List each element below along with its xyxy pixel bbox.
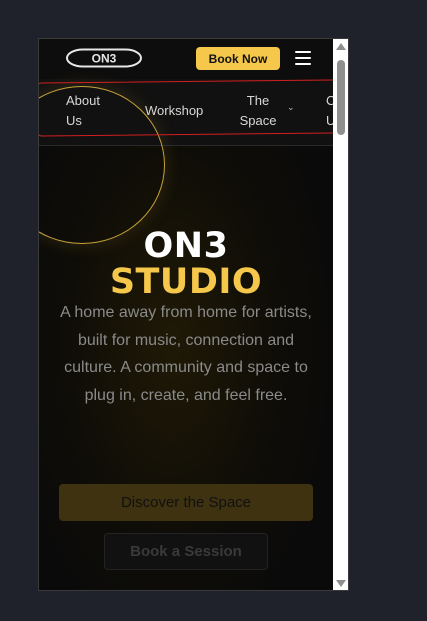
nav-item-workshop[interactable]: Workshop	[145, 101, 207, 121]
book-now-button[interactable]: Book Now	[196, 47, 280, 70]
scroll-up-arrow-icon[interactable]	[336, 43, 346, 50]
book-a-session-button[interactable]: Book a Session	[104, 533, 268, 570]
hero-title-line-2: STUDIO	[109, 262, 263, 302]
nav-item-contact-us[interactable]: C U	[326, 91, 333, 131]
page-viewport: ON3 Book Now About Us Workshop The Space…	[39, 39, 333, 590]
site-header: ON3 Book Now	[39, 39, 333, 79]
hero-title-line-1: ON3	[143, 226, 229, 266]
discover-the-space-button[interactable]: Discover the Space	[59, 484, 313, 521]
logo-text: ON3	[92, 52, 117, 66]
hamburger-menu-icon[interactable]	[295, 51, 311, 65]
chevron-down-icon[interactable]: ⌄	[287, 102, 295, 113]
vertical-scrollbar[interactable]	[333, 39, 348, 590]
nav-item-the-space[interactable]: The Space	[235, 91, 281, 131]
on3-logo[interactable]: ON3	[65, 47, 143, 69]
hero-description: A home away from home for artists, built…	[60, 304, 312, 404]
scroll-down-arrow-icon[interactable]	[336, 580, 346, 587]
scrollbar-thumb[interactable]	[337, 60, 345, 135]
browser-viewport-frame: ON3 Book Now About Us Workshop The Space…	[38, 38, 349, 591]
